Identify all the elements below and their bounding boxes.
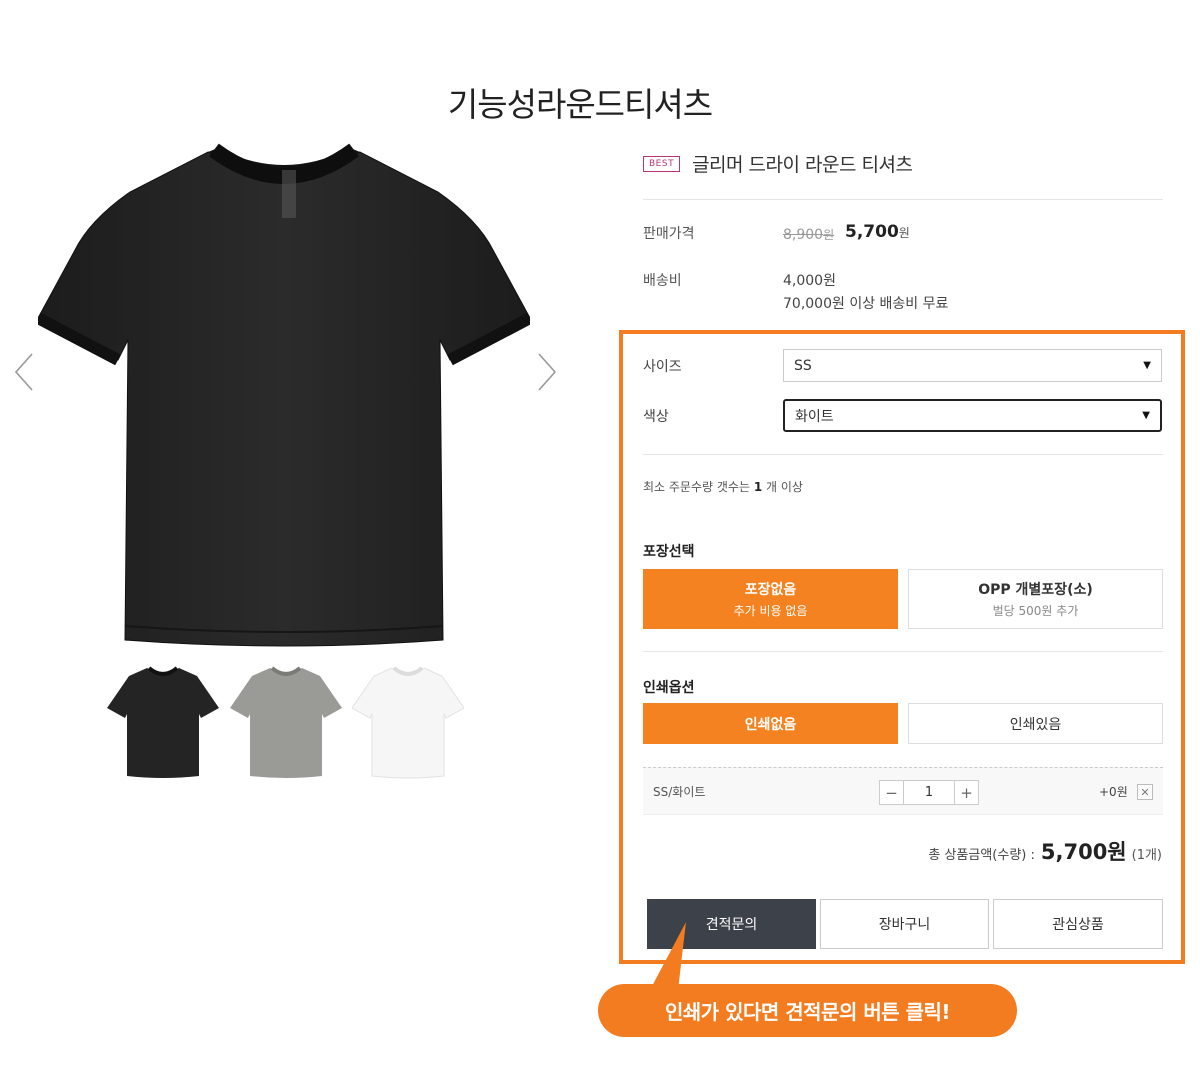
quantity-stepper: − 1 + <box>879 780 979 805</box>
caret-down-icon: ▼ <box>1142 410 1150 421</box>
thumbnail-gray[interactable] <box>230 664 342 780</box>
selected-item-row: SS/화이트 − 1 + +0원 ✕ <box>643 767 1163 815</box>
packaging-title: 포장선택 <box>643 544 695 560</box>
choice-label: OPP 개별포장(소) <box>978 582 1093 598</box>
selected-item-name: SS/화이트 <box>653 785 706 799</box>
size-select[interactable]: SS ▼ <box>783 349 1162 382</box>
choice-label: 포장없음 <box>744 582 797 598</box>
packaging-option-none[interactable]: 포장없음 추가 비용 없음 <box>643 569 898 629</box>
divider <box>643 199 1163 200</box>
wishlist-button[interactable]: 관심상품 <box>993 899 1163 949</box>
color-select[interactable]: 화이트 ▼ <box>783 399 1162 432</box>
min-order-suffix: 개 이상 <box>762 480 803 494</box>
min-order-notice: 최소 주문수량 갯수는 1 개 이상 <box>643 478 803 495</box>
thumbnail-black[interactable] <box>107 664 219 780</box>
product-name: 글리머 드라이 라운드 티셔츠 <box>692 154 913 176</box>
shipping-fee: 4,000원 <box>783 273 836 289</box>
selected-item-price: +0원 <box>1099 785 1128 799</box>
total-quantity: (1개) <box>1131 848 1162 863</box>
currency-unit: 원 <box>823 228 835 242</box>
size-label: 사이즈 <box>643 359 682 375</box>
callout-bubble: 인쇄가 있다면 견적문의 버튼 클릭! <box>598 984 1017 1037</box>
total-label: 총 상품금액(수량) : <box>928 848 1035 863</box>
color-select-value: 화이트 <box>795 408 834 425</box>
printing-option-none[interactable]: 인쇄없음 <box>643 703 898 744</box>
choice-sublabel: 벌당 500원 추가 <box>992 604 1079 618</box>
quantity-minus-button[interactable]: − <box>880 781 904 804</box>
choice-label: 인쇄있음 <box>1009 716 1062 733</box>
color-label: 색상 <box>643 409 669 425</box>
original-price: 8,900원 <box>783 226 834 243</box>
packaging-option-opp[interactable]: OPP 개별포장(소) 벌당 500원 추가 <box>908 569 1163 629</box>
quantity-plus-button[interactable]: + <box>954 781 978 804</box>
total-amount: 5,700원 <box>1040 840 1127 864</box>
min-order-text: 최소 주문수량 갯수는 <box>643 480 754 494</box>
choice-sublabel: 추가 비용 없음 <box>733 604 808 618</box>
caret-down-icon: ▼ <box>1143 360 1151 371</box>
printing-title: 인쇄옵션 <box>643 680 695 696</box>
original-price-value: 8,900 <box>783 227 824 243</box>
remove-item-button[interactable]: ✕ <box>1137 784 1153 800</box>
product-main-image <box>35 140 533 655</box>
divider <box>643 454 1163 455</box>
divider <box>643 651 1163 652</box>
shipping-label: 배송비 <box>643 273 682 289</box>
min-order-qty: 1 <box>753 480 763 494</box>
cart-button[interactable]: 장바구니 <box>820 899 989 949</box>
price-label: 판매가격 <box>643 226 695 242</box>
sale-price: 5,700원 <box>845 222 910 242</box>
product-header: BEST 글리머 드라이 라운드 티셔츠 <box>643 150 1163 177</box>
thumbnail-white[interactable] <box>351 664 465 780</box>
free-shipping-notice: 70,000원 이상 배송비 무료 <box>783 296 949 312</box>
page-title: 기능성라운드티셔츠 <box>447 85 713 124</box>
chevron-right-icon[interactable] <box>535 350 561 394</box>
currency-unit: 원 <box>898 226 910 240</box>
printing-option-yes[interactable]: 인쇄있음 <box>908 703 1163 744</box>
size-select-value: SS <box>794 357 812 374</box>
quantity-input[interactable]: 1 <box>904 781 954 804</box>
chevron-left-icon[interactable] <box>10 350 36 394</box>
sale-price-value: 5,700 <box>845 222 899 242</box>
best-badge: BEST <box>643 155 681 172</box>
total-price: 총 상품금액(수량) : 5,700원 (1개) <box>928 836 1162 866</box>
choice-label: 인쇄없음 <box>744 716 797 733</box>
